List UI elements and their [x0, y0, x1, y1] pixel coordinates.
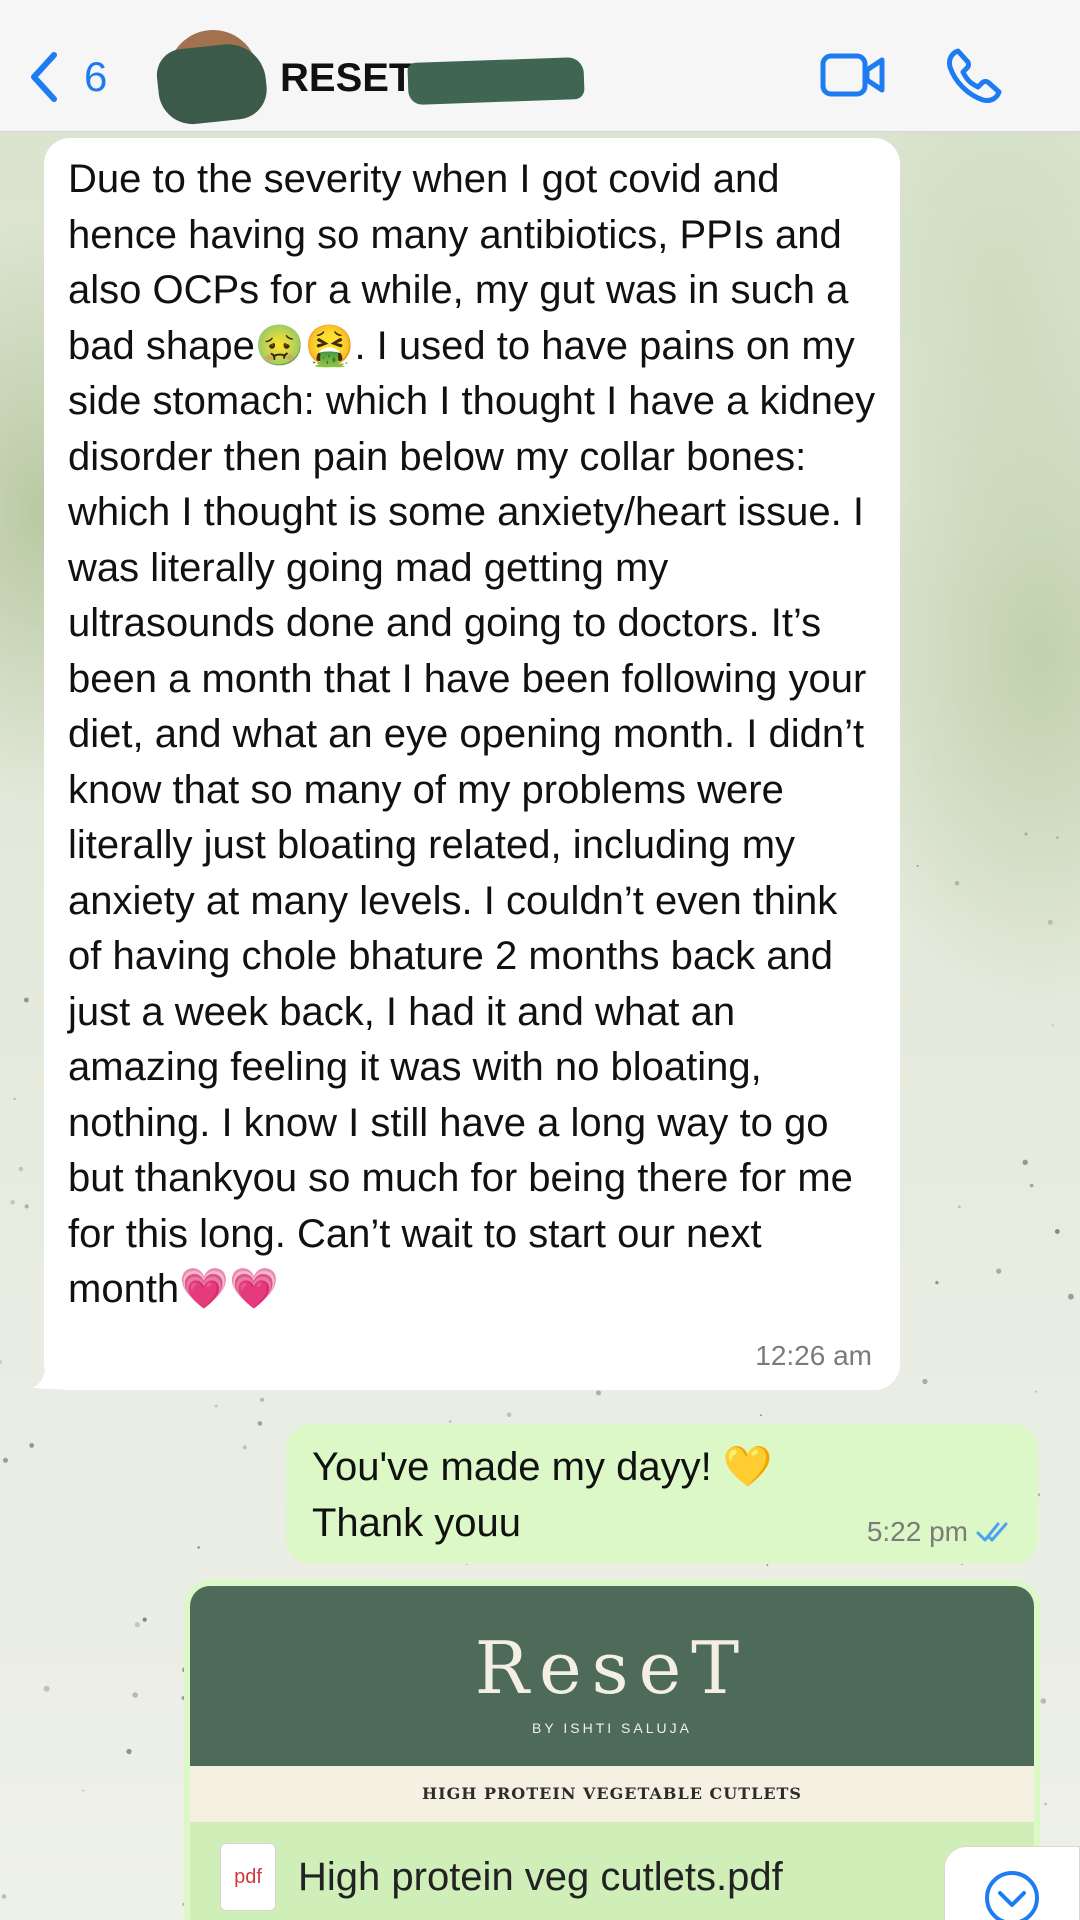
speckle-dot: [13, 1097, 16, 1100]
speckle-dot: [916, 865, 919, 867]
speckle-dot: [43, 1685, 50, 1692]
speckle-dot: [448, 1420, 452, 1423]
video-call-icon[interactable]: [820, 50, 886, 100]
speckle-dot: [1047, 919, 1053, 925]
message-text: Due to the severity when I got covid and…: [68, 157, 876, 1311]
speckle-dot: [132, 1692, 138, 1698]
speckle-dot: [596, 1390, 601, 1396]
incoming-message-bubble[interactable]: Due to the severity when I got covid and…: [44, 138, 900, 1390]
speckle-dot: [1051, 1024, 1054, 1027]
speckle-dot: [260, 1397, 265, 1402]
document-message-bubble[interactable]: ReseT BY ISHTI SALUJA HIGH PROTEIN VEGET…: [184, 1580, 1040, 1920]
speckle-dot: [29, 1443, 35, 1448]
speckle-dot: [134, 1621, 141, 1628]
outgoing-message-bubble[interactable]: You've made my dayy! 💛 Thank youu 5:22 p…: [286, 1424, 1038, 1564]
chevron-down-circle-icon: [985, 1871, 1039, 1920]
pdf-file-icon: pdf: [220, 1843, 276, 1911]
speckle-dot: [954, 881, 960, 886]
speckle-dot: [958, 1205, 961, 1209]
speckle-dot: [197, 1546, 200, 1549]
speckle-dot: [24, 1204, 29, 1209]
back-button[interactable]: 6: [28, 50, 107, 104]
document-preview[interactable]: ReseT BY ISHTI SALUJA HIGH PROTEIN VEGET…: [190, 1586, 1034, 1822]
speckle-dot: [1, 1894, 7, 1899]
speckle-dot: [1054, 1229, 1060, 1234]
scroll-to-bottom-button[interactable]: [944, 1846, 1080, 1920]
document-heading: HIGH PROTEIN VEGETABLE CUTLETS: [190, 1766, 1034, 1822]
speckle-dot: [142, 1617, 147, 1622]
speckle-dot: [82, 1789, 85, 1792]
speckle-dot: [506, 1412, 512, 1417]
unread-count: 6: [84, 53, 108, 100]
reply-line-1: You've made my dayy! 💛: [312, 1445, 773, 1489]
reply-meta: 5:22 pm: [867, 1516, 1016, 1548]
speckle-dot: [126, 1748, 132, 1755]
phone-icon[interactable]: [944, 46, 1004, 106]
speckle-dot: [3, 1457, 8, 1463]
brand-subtitle: BY ISHTI SALUJA: [532, 1720, 692, 1736]
chat-header: 6 RESET V: [0, 0, 1080, 132]
speckle-dot: [18, 1166, 23, 1172]
speckle-dot: [1029, 1183, 1034, 1188]
title-redaction: [407, 56, 585, 106]
speckle-dot: [996, 1268, 1002, 1274]
brand-logo: ReseT: [474, 1626, 750, 1710]
bubble-tail: [32, 1358, 68, 1390]
file-name: High protein veg cutlets.pdf: [298, 1854, 783, 1899]
file-type-label: pdf: [234, 1865, 262, 1888]
speckle-dot: [759, 1414, 762, 1417]
speckle-dot: [1040, 1698, 1047, 1704]
speckle-dot: [922, 1378, 928, 1385]
speckle-dot: [1022, 1159, 1028, 1166]
speckle-dot: [1024, 832, 1028, 836]
speckle-dot: [242, 1445, 247, 1450]
speckle-dot: [10, 1199, 15, 1205]
speckle-dot: [935, 1281, 939, 1285]
chevron-left-icon: [31, 52, 57, 102]
avatar-redaction: [154, 40, 270, 128]
document-file-row[interactable]: pdf High protein veg cutlets.pdf: [190, 1822, 1034, 1920]
speckle-dot: [0, 1360, 2, 1364]
double-check-icon: [976, 1522, 1008, 1542]
reply-timestamp: 5:22 pm: [866, 1516, 968, 1547]
speckle-dot: [1056, 836, 1059, 839]
speckle-dot: [1044, 1802, 1047, 1806]
document-banner: ReseT BY ISHTI SALUJA: [190, 1586, 1034, 1766]
message-timestamp: 12:26 am: [755, 1340, 872, 1371]
speckle-dot: [257, 1421, 263, 1426]
speckle-dot: [1068, 1293, 1074, 1300]
speckle-dot: [766, 1564, 769, 1567]
speckle-dot: [24, 997, 29, 1003]
speckle-dot: [1035, 1390, 1038, 1393]
speckle-dot: [214, 1404, 218, 1408]
